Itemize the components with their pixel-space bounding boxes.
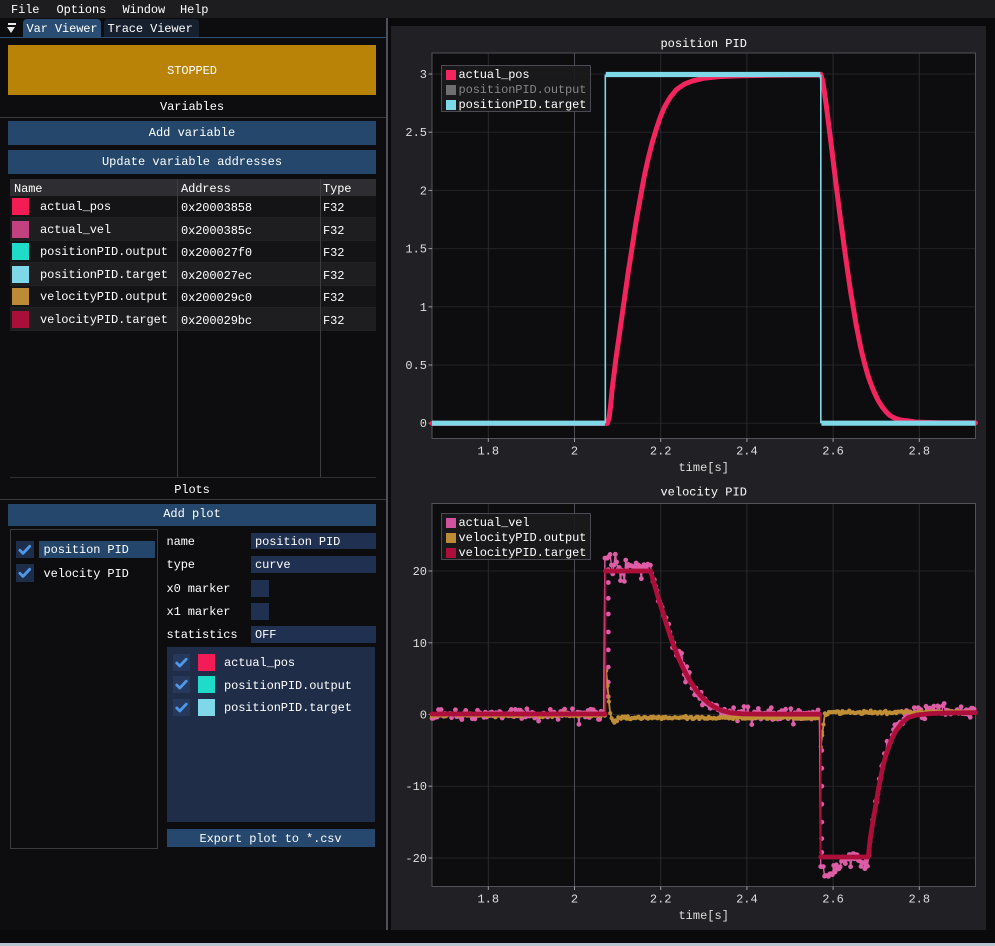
svg-text:time[s]: time[s] — [678, 909, 728, 923]
svg-text:10: 10 — [413, 637, 427, 651]
svg-text:2.2: 2.2 — [650, 893, 672, 907]
svg-text:2.8: 2.8 — [908, 445, 930, 459]
svg-text:2.2: 2.2 — [650, 445, 672, 459]
svg-text:velocity PID: velocity PID — [660, 486, 746, 500]
svg-text:2: 2 — [420, 184, 427, 198]
svg-text:0.5: 0.5 — [405, 359, 427, 373]
svg-text:-20: -20 — [405, 852, 427, 866]
svg-text:2.5: 2.5 — [405, 126, 427, 140]
svg-text:1.8: 1.8 — [477, 445, 499, 459]
svg-text:2: 2 — [571, 893, 578, 907]
svg-text:0: 0 — [420, 417, 427, 431]
svg-text:-10: -10 — [405, 780, 427, 794]
svg-text:time[s]: time[s] — [678, 461, 728, 475]
svg-text:1: 1 — [420, 301, 427, 315]
svg-text:1.5: 1.5 — [405, 243, 427, 257]
svg-text:2.6: 2.6 — [822, 445, 844, 459]
svg-text:1.8: 1.8 — [477, 893, 499, 907]
svg-text:2.4: 2.4 — [736, 445, 758, 459]
svg-text:20: 20 — [413, 565, 427, 579]
svg-text:2: 2 — [571, 445, 578, 459]
svg-text:2.4: 2.4 — [736, 893, 758, 907]
svg-text:0: 0 — [420, 709, 427, 723]
svg-text:3: 3 — [420, 68, 427, 82]
svg-text:2.8: 2.8 — [908, 893, 930, 907]
svg-text:2.6: 2.6 — [822, 893, 844, 907]
svg-text:position PID: position PID — [660, 37, 746, 51]
